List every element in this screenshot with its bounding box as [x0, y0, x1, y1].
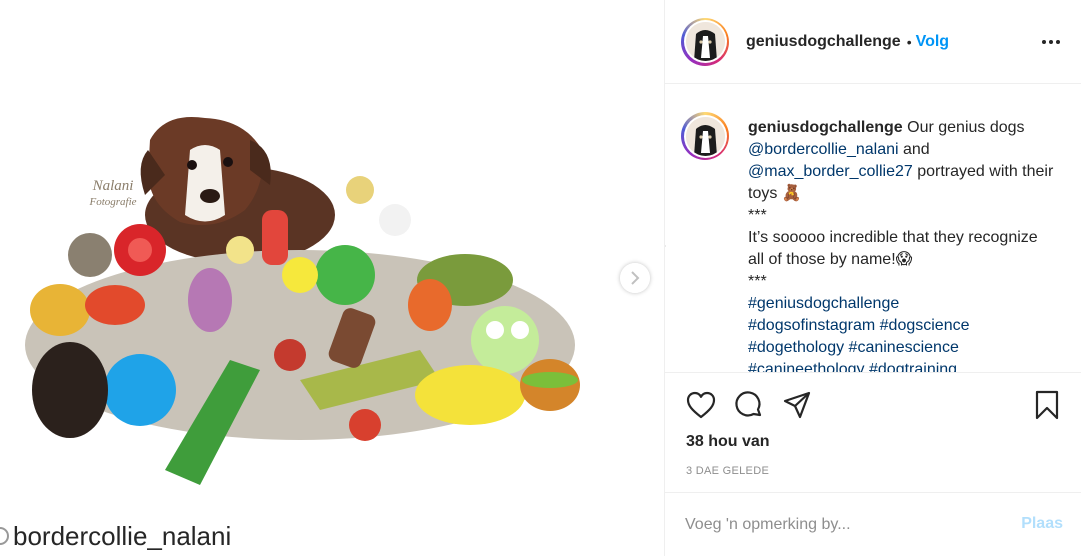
caption-separator: ***: [748, 207, 767, 224]
tag-username: bordercollie_nalani: [13, 520, 232, 551]
mention-link[interactable]: @max_border_collie27: [748, 163, 913, 180]
caption-username[interactable]: geniusdogchallenge: [748, 119, 903, 136]
bookmark-icon: [1035, 390, 1059, 420]
post-actions: 38 hou van 3 DAE GELEDE: [665, 372, 1081, 494]
post-photo: Nalani Fotografie: [25, 116, 580, 485]
follow-button[interactable]: Volg: [916, 33, 949, 51]
hashtag-link[interactable]: #dogethology: [748, 339, 844, 356]
dog-avatar-icon: [685, 22, 725, 61]
post-media[interactable]: Nalani Fotografie bordercollie_nalani: [0, 0, 664, 556]
hashtag-link[interactable]: #geniusdogchallenge: [748, 295, 899, 312]
caption-text-part: and: [898, 141, 930, 158]
save-button[interactable]: [1031, 389, 1063, 421]
add-comment-section: Plaas: [665, 492, 1081, 556]
header-separator: •: [906, 33, 912, 50]
comment-input[interactable]: [685, 515, 995, 534]
dog-avatar-icon: [685, 116, 725, 156]
share-button[interactable]: [781, 389, 813, 421]
next-image-button[interactable]: [620, 263, 650, 293]
caption-text: geniusdogchallenge Our genius dogs @bord…: [748, 117, 1058, 372]
hashtag-link[interactable]: #dogsofinstagram: [748, 317, 875, 334]
hashtag-link[interactable]: #dogscience: [880, 317, 970, 334]
hashtag-link[interactable]: #canineethology: [748, 361, 865, 372]
like-button[interactable]: [685, 389, 717, 421]
photo-tag[interactable]: bordercollie_nalani: [0, 518, 231, 554]
likes-count[interactable]: 38 hou van: [686, 433, 770, 451]
more-horizontal-icon: [1042, 40, 1060, 44]
scroll-indicator-icon: [665, 242, 666, 250]
post-header: geniusdogchallenge • Volg: [665, 0, 1081, 84]
paper-plane-icon: [783, 391, 811, 419]
caption-section: geniusdogchallenge Our genius dogs @bord…: [665, 84, 1081, 372]
comment-bubble-icon: [735, 391, 762, 417]
hashtag-link[interactable]: #caninescience: [849, 339, 959, 356]
post-timestamp[interactable]: 3 DAE GELEDE: [686, 465, 769, 477]
watermark-subtitle: Fotografie: [88, 196, 136, 208]
post-side-panel: geniusdogchallenge • Volg geniusdogchall…: [664, 0, 1081, 556]
post-comment-button[interactable]: Plaas: [1021, 515, 1063, 533]
mention-link[interactable]: @bordercollie_nalani: [748, 141, 899, 158]
caption-avatar[interactable]: [681, 112, 729, 160]
chevron-right-icon: [631, 271, 640, 285]
caption-text-part: Our genius dogs: [902, 119, 1025, 136]
avatar[interactable]: [681, 17, 729, 66]
more-options-button[interactable]: [1039, 30, 1063, 54]
caption-separator: ***: [748, 273, 767, 290]
caption-body: It’s sooooo incredible that they recogni…: [748, 229, 1038, 268]
comment-button[interactable]: [733, 389, 765, 421]
watermark-name: Nalani: [92, 178, 134, 194]
heart-icon: [686, 391, 716, 419]
hashtag-link[interactable]: #dogtraining: [869, 361, 957, 372]
header-username[interactable]: geniusdogchallenge: [746, 33, 901, 51]
tag-avatar-icon: [0, 527, 9, 545]
